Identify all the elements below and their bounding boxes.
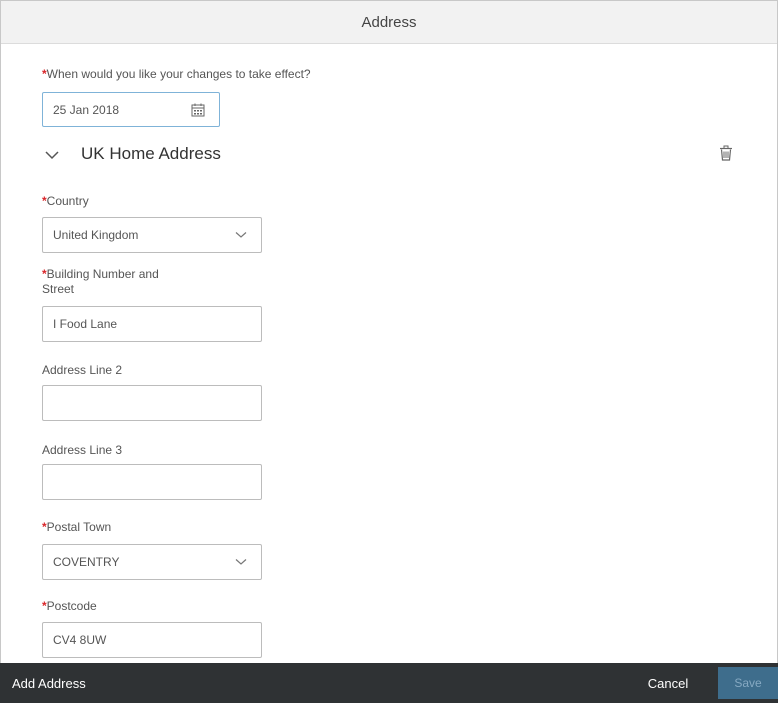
postal-town-value: COVENTRY — [53, 555, 120, 569]
add-address-label: Add Address — [12, 675, 86, 691]
trash-icon[interactable] — [718, 145, 734, 161]
effective-date-label: *When would you like your changes to tak… — [42, 67, 311, 81]
building-label: *Building Number and Street — [42, 267, 159, 296]
country-label: *Country — [42, 194, 89, 208]
dialog-header: Address — [1, 1, 777, 44]
address-line-3-input[interactable] — [42, 464, 262, 500]
country-value: United Kingdom — [53, 228, 139, 242]
calendar-icon[interactable] — [191, 103, 205, 117]
chevron-down-icon[interactable] — [45, 151, 59, 160]
chevron-down-icon — [235, 232, 247, 238]
chevron-down-icon — [235, 559, 247, 565]
address-line-2-input[interactable] — [42, 385, 262, 421]
postcode-input[interactable]: CV4 8UW — [42, 622, 262, 658]
effective-date-value: 25 Jan 2018 — [53, 102, 120, 117]
save-button[interactable]: Save — [718, 667, 778, 699]
footer-bar: Add Address Cancel Save — [0, 663, 778, 703]
cancel-button[interactable]: Cancel — [628, 671, 708, 695]
postcode-label: *Postcode — [42, 599, 97, 613]
building-street-value: I Food Lane — [53, 317, 118, 331]
address-line-3-label: Address Line 3 — [42, 443, 123, 457]
address-dialog: Address *When would you like your change… — [0, 0, 778, 703]
postal-town-select[interactable]: COVENTRY — [42, 544, 262, 580]
country-select[interactable]: United Kingdom — [42, 217, 262, 253]
effective-date-picker[interactable]: 25 Jan 2018 — [42, 92, 220, 127]
section-title: UK Home Address — [81, 144, 221, 163]
building-street-input[interactable]: I Food Lane — [42, 306, 262, 342]
postal-town-label: *Postal Town — [42, 520, 112, 534]
dialog-title: Address — [361, 13, 417, 31]
postcode-value: CV4 8UW — [53, 633, 107, 647]
address-line-2-label: Address Line 2 — [42, 363, 123, 377]
